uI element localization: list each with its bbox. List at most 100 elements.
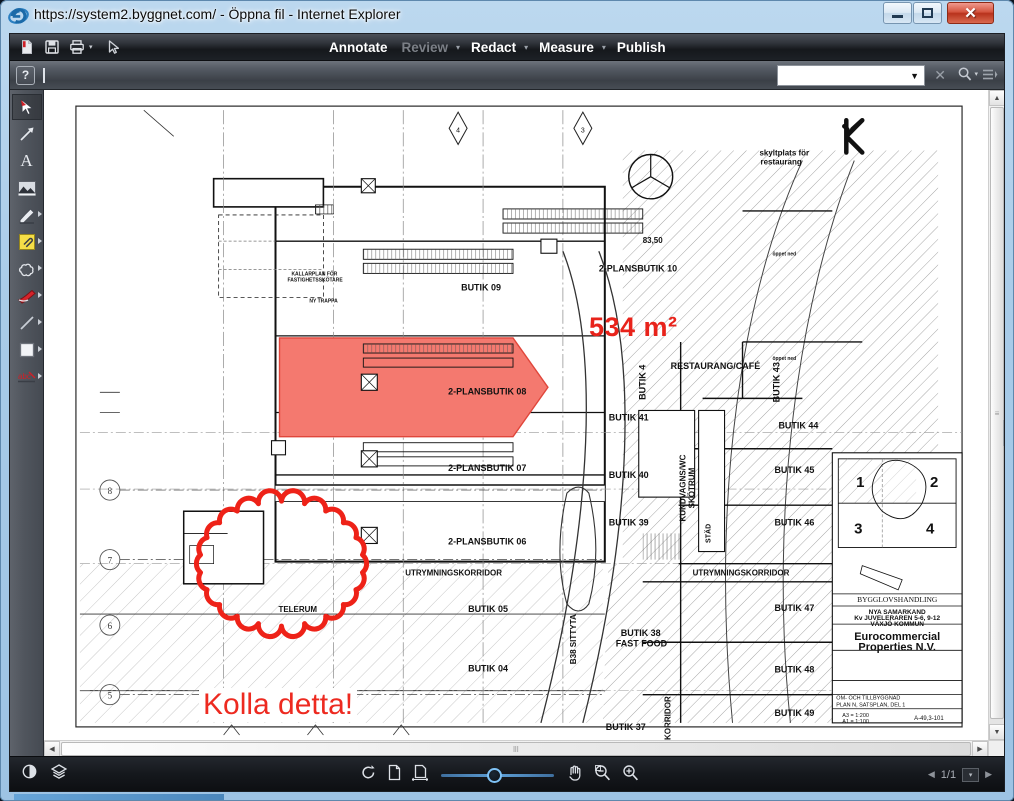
room-label: UTRYMNINGSKORRIDOR bbox=[693, 569, 790, 578]
chevron-down-icon: ▼ bbox=[993, 728, 1001, 736]
pan-hand-icon[interactable] bbox=[567, 764, 583, 786]
chevron-down-icon[interactable]: ▼ bbox=[910, 71, 919, 81]
svg-text:4: 4 bbox=[456, 127, 460, 134]
scroll-right-button[interactable]: ▶ bbox=[972, 741, 988, 756]
layers-icon[interactable] bbox=[50, 764, 68, 784]
room-label-rotated: BUTIK 43 bbox=[771, 362, 781, 402]
scroll-left-button[interactable]: ◀ bbox=[44, 741, 60, 756]
menu-measure[interactable]: Measure bbox=[532, 34, 601, 61]
line-submenu-caret[interactable] bbox=[37, 319, 42, 325]
viewer-options-icon[interactable] bbox=[982, 68, 998, 87]
image-stamp-tool[interactable] bbox=[12, 175, 42, 201]
stamp-submenu-caret[interactable] bbox=[37, 373, 42, 379]
search-input[interactable]: ▼ bbox=[777, 65, 925, 86]
annotation-toolbar: A abc bbox=[10, 90, 44, 756]
scroll-down-button[interactable]: ▼ bbox=[989, 724, 1004, 740]
next-page-button[interactable]: ▶ bbox=[985, 769, 992, 780]
room-label-rotated: BUTIK 4 bbox=[638, 365, 648, 400]
menu-redact[interactable]: Redact bbox=[464, 34, 523, 61]
eraser-submenu-caret[interactable] bbox=[37, 292, 42, 298]
room-label: FASTIGHETSSKÖTARE bbox=[287, 276, 343, 283]
eraser-tool[interactable] bbox=[12, 283, 42, 309]
cloud-submenu-caret[interactable] bbox=[37, 265, 42, 271]
rotate-icon[interactable] bbox=[360, 764, 377, 786]
room-label: 2-PLANSBUTIK 06 bbox=[448, 536, 526, 546]
horizontal-scrollbar[interactable]: ◀ llI ▶ bbox=[44, 740, 988, 756]
room-label: BUTIK 48 bbox=[774, 664, 814, 674]
close-icon: ✕ bbox=[964, 4, 977, 22]
titleblock-content-2: PLAN N, SATSPLAN, DEL 1 bbox=[836, 703, 905, 709]
room-label-rotated: STÄD bbox=[705, 524, 713, 543]
menu-measure-caret[interactable]: ▾ bbox=[602, 43, 606, 52]
room-label: BUTIK 09 bbox=[461, 283, 501, 293]
print-icon[interactable] bbox=[66, 36, 88, 58]
statusbar-page-nav: ◀ 1/1 ▾ ▶ bbox=[928, 757, 992, 792]
room-label: BUTIK 37 bbox=[606, 722, 646, 732]
address-text-caret bbox=[43, 67, 45, 83]
rectangle-submenu-caret[interactable] bbox=[37, 346, 42, 352]
text-annotation-tool[interactable]: A bbox=[12, 148, 42, 174]
menu-review: Review bbox=[401, 40, 449, 55]
cursor-select-icon[interactable] bbox=[103, 36, 125, 58]
contrast-icon[interactable] bbox=[22, 764, 37, 784]
panel-collapse-handle[interactable]: ◀ bbox=[1003, 420, 1004, 446]
room-label: BUTIK 39 bbox=[609, 517, 649, 527]
taskbar-edge bbox=[14, 794, 224, 801]
room-label-rotated: UTRYMNINGSKORRIDOR bbox=[664, 696, 673, 740]
stamp-tool[interactable]: abc bbox=[12, 364, 42, 390]
horizontal-scroll-thumb[interactable]: llI bbox=[61, 742, 971, 756]
pdf-canvas[interactable]: 4 3 8 7 6 5 1 2 3 4 BUTIK 09 2-PLANSBUTI… bbox=[44, 90, 988, 740]
room-label: BUTIK 49 bbox=[774, 708, 814, 718]
sticky-note-tool[interactable] bbox=[12, 229, 42, 255]
maximize-button[interactable] bbox=[913, 2, 942, 24]
document-page-area[interactable]: 4 3 8 7 6 5 1 2 3 4 BUTIK 09 2-PLANSBUTI… bbox=[44, 90, 1004, 756]
highlighter-tool[interactable] bbox=[12, 202, 42, 228]
highlighter-submenu-caret[interactable] bbox=[37, 211, 42, 217]
save-icon[interactable] bbox=[41, 36, 63, 58]
fit-page-icon[interactable] bbox=[388, 764, 401, 786]
clear-search-icon[interactable]: ✕ bbox=[934, 67, 946, 84]
search-button[interactable]: ▾ bbox=[957, 66, 978, 82]
close-button[interactable]: ✕ bbox=[947, 2, 994, 24]
titleblock-client-2: Properties N.V. bbox=[858, 641, 936, 653]
select-arrow-tool[interactable] bbox=[11, 94, 42, 120]
minimize-icon bbox=[892, 15, 903, 18]
svg-text:1: 1 bbox=[856, 474, 864, 491]
drawing-title-block: 1 2 3 4 bbox=[831, 452, 963, 724]
search-dropdown-caret[interactable]: ▾ bbox=[974, 70, 978, 78]
minimize-button[interactable] bbox=[883, 2, 912, 24]
room-label: BUTIK 38 bbox=[621, 628, 661, 638]
new-document-icon[interactable] bbox=[16, 36, 38, 58]
menu-publish[interactable]: Publish bbox=[610, 34, 673, 61]
scroll-up-button[interactable]: ▲ bbox=[989, 90, 1004, 106]
viewer-statusbar: ◀ 1/1 ▾ ▶ bbox=[10, 756, 1004, 791]
help-button[interactable]: ? bbox=[16, 65, 35, 85]
internet-explorer-icon bbox=[8, 5, 29, 26]
titleblock-drawing-no: A-49,3-101 bbox=[914, 716, 944, 722]
page-select-dropdown[interactable]: ▾ bbox=[962, 767, 980, 782]
sticky-note-submenu-caret[interactable] bbox=[37, 238, 42, 244]
elevation-marker: 83,50 bbox=[643, 236, 663, 245]
rectangle-tool[interactable] bbox=[12, 337, 42, 363]
cloud-shape-tool[interactable] bbox=[12, 256, 42, 282]
viewer-toolbar: ▾ Annotate Review ▾ Redact ▾ Measure ▾ P… bbox=[10, 34, 1004, 61]
search-toolbar: ? ▼ ✕ ▾ bbox=[10, 61, 1004, 90]
pdf-viewer-app: ▾ Annotate Review ▾ Redact ▾ Measure ▾ P… bbox=[9, 33, 1005, 792]
room-label: BUTIK 47 bbox=[774, 603, 814, 613]
previous-page-button[interactable]: ◀ bbox=[928, 769, 935, 780]
zoom-slider[interactable] bbox=[441, 767, 554, 783]
menu-redact-caret[interactable]: ▾ bbox=[524, 43, 528, 52]
zoom-slider-knob[interactable] bbox=[487, 767, 502, 783]
fit-width-icon[interactable] bbox=[411, 764, 429, 786]
room-label: BUTIK 45 bbox=[774, 465, 814, 475]
arrow-annotation-tool[interactable] bbox=[12, 121, 42, 147]
vertical-scroll-thumb[interactable]: ≡ bbox=[990, 107, 1004, 719]
viewer-body: A abc 4 3 8 7 6 5 1 2 3 4 BUTIK 09 2-PLA… bbox=[10, 90, 1004, 756]
menu-annotate[interactable]: Annotate bbox=[322, 34, 395, 61]
zoom-in-icon[interactable] bbox=[622, 764, 639, 786]
window-titlebar[interactable]: https://system2.byggnet.com/ - Öppna fil… bbox=[0, 0, 1014, 31]
vertical-scrollbar[interactable]: ▲ ≡ ▼ bbox=[988, 90, 1004, 740]
zoom-out-icon[interactable] bbox=[594, 764, 611, 786]
line-tool[interactable] bbox=[12, 310, 42, 336]
print-dropdown-caret[interactable]: ▾ bbox=[89, 43, 93, 51]
